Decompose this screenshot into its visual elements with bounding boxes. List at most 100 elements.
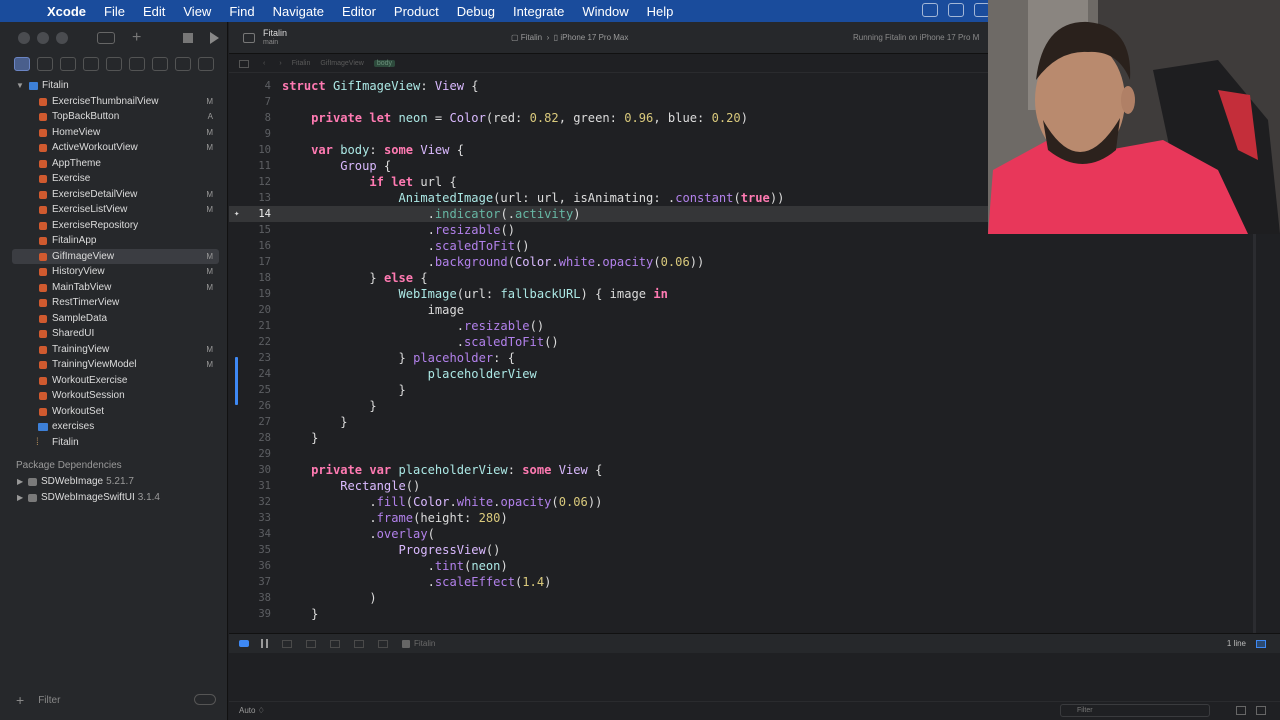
run-button[interactable]: [210, 32, 219, 44]
step-over-icon[interactable]: [282, 639, 292, 648]
file-item[interactable]: HomeView M: [0, 125, 227, 141]
sidebar-toggle-icon[interactable]: [97, 32, 115, 44]
file-item[interactable]: RestTimerView: [0, 295, 227, 311]
console-filter-input[interactable]: Filter: [1060, 704, 1210, 717]
file-item[interactable]: TopBackButton A: [0, 109, 227, 125]
file-item[interactable]: FitalinApp: [0, 233, 227, 249]
code-line[interactable]: 25 }: [229, 382, 1280, 398]
zoom-window-button[interactable]: [56, 32, 68, 44]
code-line[interactable]: 30 private var placeholderView: some Vie…: [229, 462, 1280, 478]
code-line[interactable]: 24 placeholderView: [229, 366, 1280, 382]
file-item[interactable]: TrainingViewModel M: [0, 357, 227, 373]
console-mode-select[interactable]: Auto ♢: [239, 706, 265, 715]
menu-editor[interactable]: Editor: [333, 4, 385, 19]
code-line[interactable]: 20 image: [229, 302, 1280, 318]
pause-icon[interactable]: [261, 639, 268, 648]
code-line[interactable]: 26 }: [229, 398, 1280, 414]
menu-find[interactable]: Find: [220, 4, 263, 19]
code-line[interactable]: 22 .scaledToFit(): [229, 334, 1280, 350]
code-line[interactable]: 31 Rectangle(): [229, 478, 1280, 494]
disclosure-icon[interactable]: ▶: [17, 474, 23, 490]
code-line[interactable]: 19 WebImage(url: fallbackURL) { image in: [229, 286, 1280, 302]
file-item[interactable]: ExerciseDetailView M: [0, 187, 227, 203]
view-hierarchy-icon[interactable]: [330, 639, 340, 648]
process-selector[interactable]: Fitalin: [402, 639, 435, 648]
find-navigator-icon[interactable]: [83, 57, 99, 71]
code-line[interactable]: 18 } else {: [229, 270, 1280, 286]
code-line[interactable]: 16 .scaledToFit(): [229, 238, 1280, 254]
menu-file[interactable]: File: [95, 4, 134, 19]
report-navigator-icon[interactable]: [198, 57, 214, 71]
file-item[interactable]: SharedUI: [0, 326, 227, 342]
menu-navigate[interactable]: Navigate: [264, 4, 333, 19]
menu-app[interactable]: Xcode: [38, 4, 95, 19]
code-line[interactable]: 34 .overlay(: [229, 526, 1280, 542]
location-icon[interactable]: [378, 639, 388, 648]
disclosure-icon[interactable]: ▼: [16, 78, 24, 94]
file-item[interactable]: ActiveWorkoutView M: [0, 140, 227, 156]
file-item[interactable]: AppTheme: [0, 156, 227, 172]
screen-icon[interactable]: [948, 3, 964, 17]
cloud-icon[interactable]: [922, 3, 938, 17]
related-items-icon[interactable]: [239, 59, 249, 68]
breadcrumb-file[interactable]: GifImageView: [320, 60, 363, 67]
package-item[interactable]: ▶ SDWebImage 5.21.7: [0, 474, 227, 490]
stop-button[interactable]: [183, 33, 193, 43]
menu-window[interactable]: Window: [573, 4, 637, 19]
project-title[interactable]: Fitalin main: [263, 28, 287, 47]
code-line[interactable]: 36 .tint(neon): [229, 558, 1280, 574]
folder-navigator-icon[interactable]: [14, 57, 30, 71]
menu-edit[interactable]: Edit: [134, 4, 174, 19]
close-window-button[interactable]: [18, 32, 30, 44]
hide-debug-area-icon[interactable]: [239, 640, 249, 647]
file-item[interactable]: MainTabView M: [0, 280, 227, 296]
source-change-bar[interactable]: [235, 357, 238, 405]
code-line[interactable]: 35 ProgressView(): [229, 542, 1280, 558]
breadcrumb-symbol[interactable]: body: [373, 60, 396, 67]
menu-integrate[interactable]: Integrate: [504, 4, 573, 19]
test-navigator-icon[interactable]: [129, 57, 145, 71]
trash-icon[interactable]: [1256, 706, 1266, 715]
code-line[interactable]: 38 ): [229, 590, 1280, 606]
scheme-selector[interactable]: ▢ Fitalin › ▯ iPhone 17 Pro Max: [511, 33, 628, 42]
add-file-icon[interactable]: +: [16, 692, 24, 708]
source-control-icon[interactable]: [37, 57, 53, 71]
project-root[interactable]: ▼ Fitalin: [0, 78, 227, 94]
code-line[interactable]: 33 .frame(height: 280): [229, 510, 1280, 526]
add-icon[interactable]: +: [132, 29, 141, 47]
breadcrumb-project[interactable]: Fitalin: [292, 60, 311, 67]
forward-arrow-icon[interactable]: ›: [279, 60, 281, 67]
memory-graph-icon[interactable]: [354, 639, 364, 648]
file-item[interactable]: ExerciseRepository: [0, 218, 227, 234]
filter-options-icon[interactable]: [194, 694, 216, 705]
file-item[interactable]: Exercise: [0, 171, 227, 187]
code-line[interactable]: 29: [229, 446, 1280, 462]
file-item[interactable]: WorkoutSession: [0, 388, 227, 404]
menu-debug[interactable]: Debug: [448, 4, 504, 19]
code-line[interactable]: 37 .scaleEffect(1.4): [229, 574, 1280, 590]
file-item[interactable]: TrainingView M: [0, 342, 227, 358]
issue-navigator-icon[interactable]: [106, 57, 122, 71]
file-item[interactable]: SampleData: [0, 311, 227, 327]
minimize-window-button[interactable]: [37, 32, 49, 44]
split-console-icon[interactable]: [1236, 706, 1246, 715]
console-toggle-icon[interactable]: [1256, 639, 1266, 648]
menu-view[interactable]: View: [174, 4, 220, 19]
breakpoint-navigator-icon[interactable]: [175, 57, 191, 71]
navigator-filter-input[interactable]: Filter: [38, 695, 60, 706]
file-item[interactable]: HistoryView M: [0, 264, 227, 280]
code-line[interactable]: 23 } placeholder: {: [229, 350, 1280, 366]
code-line[interactable]: 32 .fill(Color.white.opacity(0.06)): [229, 494, 1280, 510]
step-in-icon[interactable]: [306, 639, 316, 648]
package-item[interactable]: ▶ SDWebImageSwiftUI 3.1.4: [0, 490, 227, 506]
symbol-navigator-icon[interactable]: [60, 57, 76, 71]
code-line[interactable]: 28 }: [229, 430, 1280, 446]
code-line[interactable]: 21 .resizable(): [229, 318, 1280, 334]
product-item[interactable]: ⁞ Fitalin: [0, 435, 227, 451]
disclosure-icon[interactable]: ▶: [17, 490, 23, 506]
file-item[interactable]: WorkoutExercise: [0, 373, 227, 389]
file-item[interactable]: ExerciseListView M: [0, 202, 227, 218]
debug-navigator-icon[interactable]: [152, 57, 168, 71]
menu-product[interactable]: Product: [385, 4, 448, 19]
file-item[interactable]: WorkoutSet: [0, 404, 227, 420]
